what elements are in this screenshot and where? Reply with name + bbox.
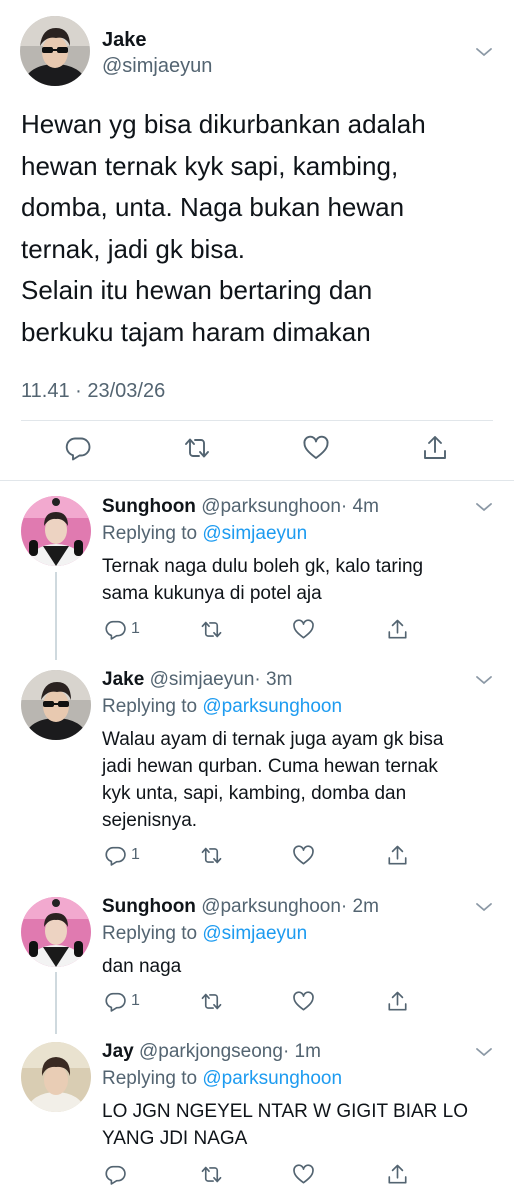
reply-text: Ternak naga dulu boleh gk, kalo taring s… <box>102 553 497 607</box>
chevron-down-icon[interactable] <box>474 500 494 514</box>
reply-icon <box>104 844 127 867</box>
reply-icon <box>104 990 127 1013</box>
divider <box>21 420 493 421</box>
reply-text: Walau ayam di ternak juga ayam gk bisa j… <box>102 726 497 834</box>
chevron-down-icon[interactable] <box>474 45 494 59</box>
share-icon[interactable] <box>386 988 409 1014</box>
reply-button[interactable]: 1 <box>104 842 140 868</box>
replying-to-label: Replying to <box>102 523 203 544</box>
author-name[interactable]: Jake <box>102 28 147 52</box>
retweet-icon[interactable] <box>200 842 223 868</box>
reply-header: Sunghoon @parksunghoon· 4m <box>102 495 379 519</box>
reply-text-line: Walau ayam di ternak juga ayam gk bisa <box>102 729 444 750</box>
reply-time[interactable]: · 4m <box>341 496 379 517</box>
reply-icon <box>104 1163 127 1186</box>
reply-author-handle[interactable]: @simjaeyun <box>150 669 255 690</box>
tweet-text-line: Hewan yg bisa dikurbankan adalah <box>21 109 426 139</box>
reply-button[interactable]: 1 <box>104 616 140 642</box>
reply-actions: 1 <box>100 616 420 646</box>
reply-count: 1 <box>131 846 140 863</box>
divider <box>0 480 514 481</box>
chevron-down-icon[interactable] <box>474 673 494 687</box>
reply-button[interactable]: 1 <box>104 988 140 1014</box>
replying-to-link[interactable]: @simjaeyun <box>202 523 307 544</box>
chevron-down-icon[interactable] <box>474 900 494 914</box>
reply-actions <box>100 1161 420 1191</box>
thread-line <box>55 572 57 660</box>
like-icon[interactable] <box>292 842 315 868</box>
reply-text-line: sama kukunya di potel aja <box>102 583 322 604</box>
reply-text-line: sejenisnya. <box>102 810 198 831</box>
tweet-timestamp[interactable]: 11.41 · 23/03/26 <box>21 378 165 404</box>
reply-text-line: YANG JDI NAGA <box>102 1128 248 1149</box>
reply-text-line: dan naga <box>102 956 182 977</box>
reply-author-name[interactable]: Jay <box>102 1041 134 1062</box>
like-icon[interactable] <box>302 434 334 466</box>
reply-time[interactable]: · 1m <box>283 1041 321 1062</box>
reply-text: LO JGN NGEYEL NTAR W GIGIT BIAR LO YANG … <box>102 1098 497 1152</box>
like-icon[interactable] <box>292 1161 315 1187</box>
reply-text: dan naga <box>102 953 497 980</box>
share-icon[interactable] <box>421 434 453 466</box>
tweet-text-line: domba, unta. Naga bukan hewan <box>21 192 405 222</box>
replying-to-label: Replying to <box>102 696 203 717</box>
replying-to-label: Replying to <box>102 923 203 944</box>
tweet-text-line: ternak, jadi gk bisa. <box>21 233 246 264</box>
retweet-icon[interactable] <box>200 988 223 1014</box>
chevron-down-icon[interactable] <box>474 1045 494 1059</box>
like-icon[interactable] <box>292 616 315 642</box>
share-icon[interactable] <box>386 842 409 868</box>
reply-author-name[interactable]: Sunghoon <box>102 896 196 917</box>
reply-text-line: Ternak naga dulu boleh gk, kalo taring <box>102 556 424 577</box>
reply-author-handle[interactable]: @parksunghoon <box>201 896 341 917</box>
reply-text-line: LO JGN NGEYEL NTAR W GIGIT BIAR LO <box>102 1101 468 1122</box>
avatar-jay[interactable] <box>21 1042 91 1112</box>
tweet-text-line: Selain itu hewan bertaring dan <box>21 275 373 305</box>
avatar-jake[interactable] <box>21 670 91 740</box>
tweet-text: Hewan yg bisa dikurbankan adalah hewan t… <box>21 104 501 353</box>
reply-header: Jay @parkjongseong· 1m <box>102 1040 321 1064</box>
replying-to-link[interactable]: @simjaeyun <box>202 923 307 944</box>
reply-header: Sunghoon @parksunghoon· 2m <box>102 895 379 919</box>
like-icon[interactable] <box>292 988 315 1014</box>
avatar-jake[interactable] <box>20 16 90 86</box>
author-handle[interactable]: @simjaeyun <box>102 54 212 78</box>
reply-count: 1 <box>131 620 140 637</box>
replying-to: Replying to @parksunghoon <box>102 1067 342 1091</box>
reply-button[interactable] <box>104 1161 131 1187</box>
retweet-icon[interactable] <box>200 1161 223 1187</box>
reply-time[interactable]: · 2m <box>341 896 379 917</box>
reply-author-handle[interactable]: @parkjongseong <box>139 1041 283 1062</box>
share-icon[interactable] <box>386 616 409 642</box>
reply-icon[interactable] <box>64 434 96 466</box>
replying-to: Replying to @parksunghoon <box>102 695 342 719</box>
tweet-text-line: hewan ternak kyk sapi, kambing, <box>21 150 399 181</box>
tweet-text-line: berkuku tajam haram dimakan <box>21 316 371 347</box>
reply-header: Jake @simjaeyun· 3m <box>102 668 292 692</box>
reply-actions: 1 <box>100 842 420 872</box>
avatar-sunghoon[interactable] <box>21 897 91 967</box>
reply-text-line: jadi hewan qurban. Cuma hewan ternak <box>102 756 438 777</box>
reply-actions: 1 <box>100 988 420 1018</box>
share-icon[interactable] <box>386 1161 409 1187</box>
replying-to-label: Replying to <box>102 1068 203 1089</box>
reply-author-name[interactable]: Sunghoon <box>102 496 196 517</box>
reply-time[interactable]: · 3m <box>254 669 292 690</box>
tweet-actions <box>0 430 514 474</box>
replying-to: Replying to @simjaeyun <box>102 922 307 946</box>
thread-line <box>55 972 57 1034</box>
reply-icon <box>104 618 127 641</box>
replying-to-link[interactable]: @parksunghoon <box>202 696 342 717</box>
reply-author-name[interactable]: Jake <box>102 669 144 690</box>
reply-text-line: kyk unta, sapi, kambing, domba dan <box>102 783 407 804</box>
reply-author-handle[interactable]: @parksunghoon <box>201 496 341 517</box>
avatar-sunghoon[interactable] <box>21 496 91 566</box>
replying-to-link[interactable]: @parksunghoon <box>202 1068 342 1089</box>
retweet-icon[interactable] <box>183 434 215 466</box>
replying-to: Replying to @simjaeyun <box>102 522 307 546</box>
retweet-icon[interactable] <box>200 616 223 642</box>
reply-count: 1 <box>131 992 140 1009</box>
